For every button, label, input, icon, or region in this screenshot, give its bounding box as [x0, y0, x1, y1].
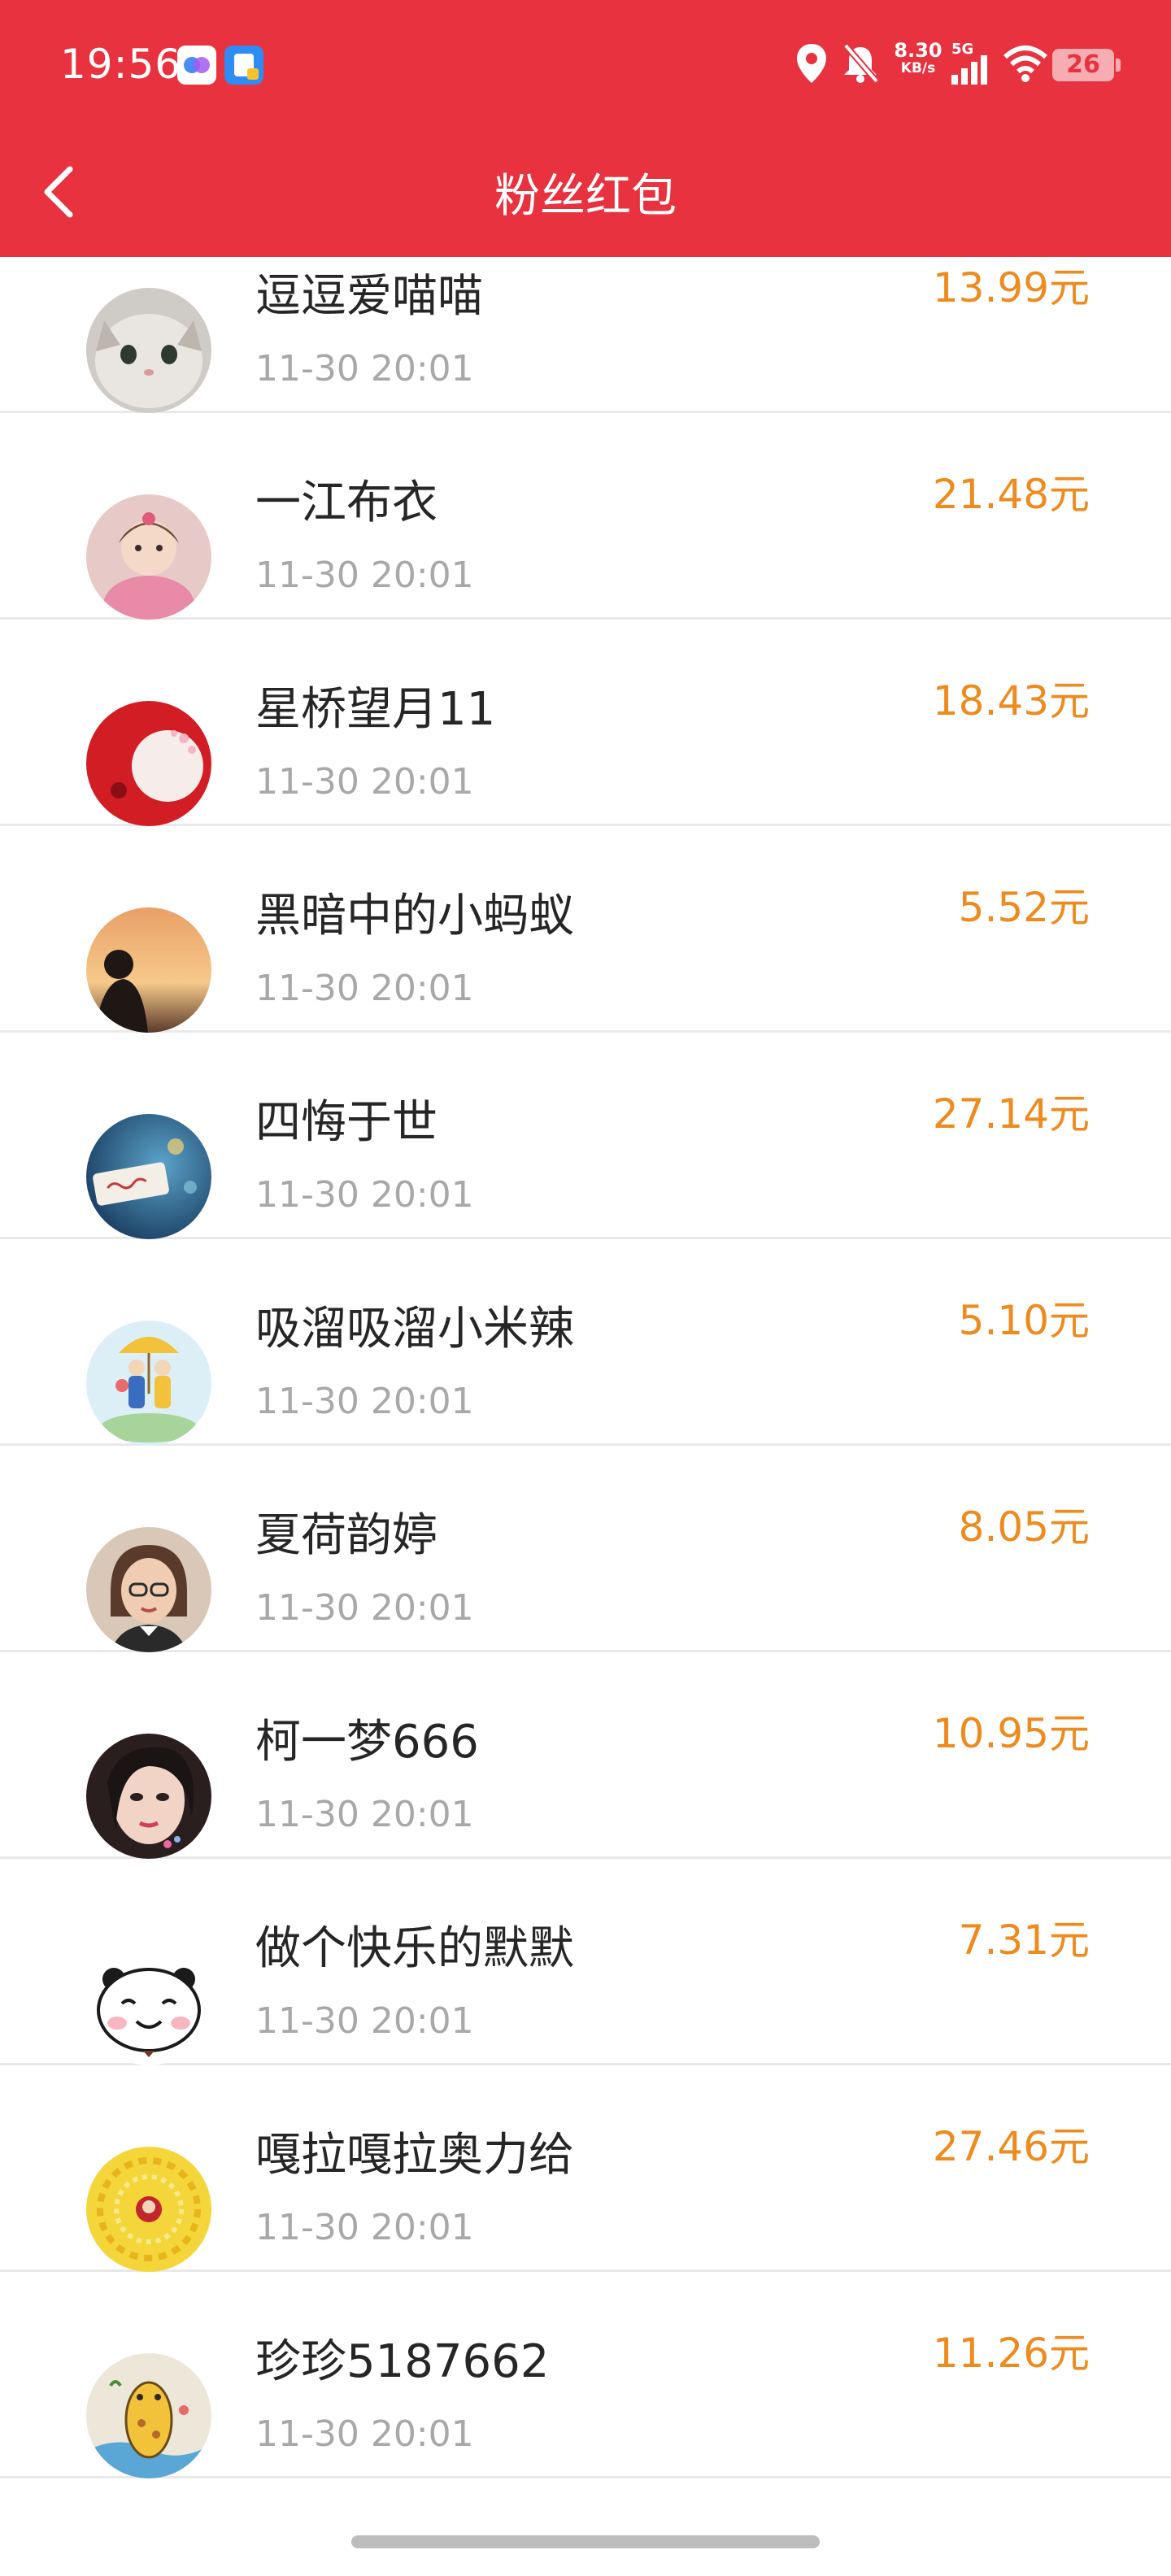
- fan-name: 夏荷韵婷: [255, 1509, 437, 1562]
- list-item[interactable]: 珍珍5187662 11-30 20:01 11.26元: [0, 2272, 1171, 2478]
- list-item[interactable]: 夏荷韵婷 11-30 20:01 8.05元: [0, 1446, 1171, 1652]
- list-item[interactable]: 柯一梦666 11-30 20:01 10.95元: [0, 1652, 1171, 1859]
- battery-icon: 26: [1052, 49, 1121, 81]
- list-item[interactable]: 四悔于世 11-30 20:01 27.14元: [0, 1033, 1171, 1239]
- packet-amount: 7.31元: [958, 1917, 1090, 1964]
- avatar: [86, 907, 211, 1033]
- fan-name: 黑暗中的小蚂蚁: [255, 890, 574, 942]
- packet-time: 11-30 20:01: [255, 2207, 474, 2248]
- app-icon-2: [224, 46, 263, 85]
- status-time: 19:56: [60, 41, 182, 88]
- packet-amount: 13.99元: [932, 264, 1090, 311]
- fan-name: 柯一梦666: [255, 1716, 479, 1769]
- fan-name: 嘎拉嘎拉奥力给: [255, 2129, 574, 2182]
- avatar: [86, 288, 211, 413]
- avatar: [86, 701, 211, 826]
- packet-amount: 11.26元: [932, 2330, 1090, 2377]
- packet-amount: 8.05元: [958, 1503, 1090, 1551]
- network-speed-value: 8.30: [894, 39, 942, 62]
- avatar: [86, 2353, 211, 2478]
- avatar: [86, 1114, 211, 1239]
- avatar: [86, 1734, 211, 1859]
- location-icon: [797, 44, 826, 83]
- packet-amount: 27.46元: [932, 2123, 1090, 2170]
- wifi-icon: [1003, 46, 1047, 82]
- page-title: 粉丝红包: [494, 170, 677, 223]
- network-speed: 8.30 KB/s: [893, 41, 943, 76]
- fan-name: 逗逗爱喵喵: [255, 270, 483, 323]
- packet-time: 11-30 20:01: [255, 761, 474, 803]
- app-header: 19:56 8.30 KB/s 5G 26 粉丝红包: [0, 0, 1171, 257]
- list-item[interactable]: 嘎拉嘎拉奥力给 11-30 20:01 27.46元: [0, 2065, 1171, 2272]
- packet-time: 11-30 20:01: [255, 2000, 474, 2042]
- fan-name: 星桥望月11: [255, 683, 496, 736]
- packet-time: 11-30 20:01: [255, 1587, 474, 1629]
- avatar: [86, 1321, 211, 1446]
- fan-name: 吸溜吸溜小米辣: [255, 1303, 574, 1355]
- packet-time: 11-30 20:01: [255, 968, 474, 1009]
- packet-time: 11-30 20:01: [255, 2413, 474, 2455]
- fan-name: 珍珍5187662: [255, 2335, 550, 2388]
- red-packet-list[interactable]: 逗逗爱喵喵 11-30 20:01 13.99元 一江布衣 11-30 20:0…: [0, 0, 1171, 2576]
- packet-time: 11-30 20:01: [255, 1794, 474, 1835]
- packet-time: 11-30 20:01: [255, 555, 474, 596]
- status-bar: 19:56 8.30 KB/s 5G 26: [0, 0, 1171, 130]
- packet-amount: 27.14元: [932, 1090, 1090, 1138]
- fan-name: 做个快乐的默默: [255, 1922, 574, 1975]
- fan-name: 一江布衣: [255, 476, 437, 529]
- network-speed-unit: KB/s: [900, 60, 936, 76]
- list-item[interactable]: 一江布衣 11-30 20:01 21.48元: [0, 413, 1171, 620]
- battery-level: 26: [1066, 50, 1100, 79]
- packet-amount: 10.95元: [932, 1710, 1090, 1757]
- signal-icon: [951, 55, 987, 85]
- packet-amount: 5.10元: [958, 1297, 1090, 1344]
- list-item[interactable]: 吸溜吸溜小米辣 11-30 20:01 5.10元: [0, 1239, 1171, 1446]
- fan-name: 四悔于世: [255, 1096, 437, 1149]
- list-item[interactable]: 黑暗中的小蚂蚁 11-30 20:01 5.52元: [0, 826, 1171, 1033]
- bell-mute-icon: [842, 43, 880, 84]
- app-icon-1: [177, 46, 216, 85]
- avatar: [86, 2147, 211, 2272]
- packet-time: 11-30 20:01: [255, 1381, 474, 1422]
- avatar: [86, 494, 211, 620]
- list-item[interactable]: 星桥望月11 11-30 20:01 18.43元: [0, 620, 1171, 826]
- packet-amount: 5.52元: [958, 884, 1090, 931]
- home-indicator[interactable]: [351, 2535, 820, 2548]
- packet-time: 11-30 20:01: [255, 348, 474, 389]
- packet-amount: 18.43元: [932, 677, 1090, 724]
- list-item[interactable]: 做个快乐的默默 11-30 20:01 7.31元: [0, 1859, 1171, 2065]
- avatar: [86, 1527, 211, 1652]
- avatar: [86, 1940, 211, 2065]
- packet-amount: 21.48元: [932, 471, 1090, 518]
- title-bar: 粉丝红包: [0, 130, 1171, 257]
- packet-time: 11-30 20:01: [255, 1174, 474, 1216]
